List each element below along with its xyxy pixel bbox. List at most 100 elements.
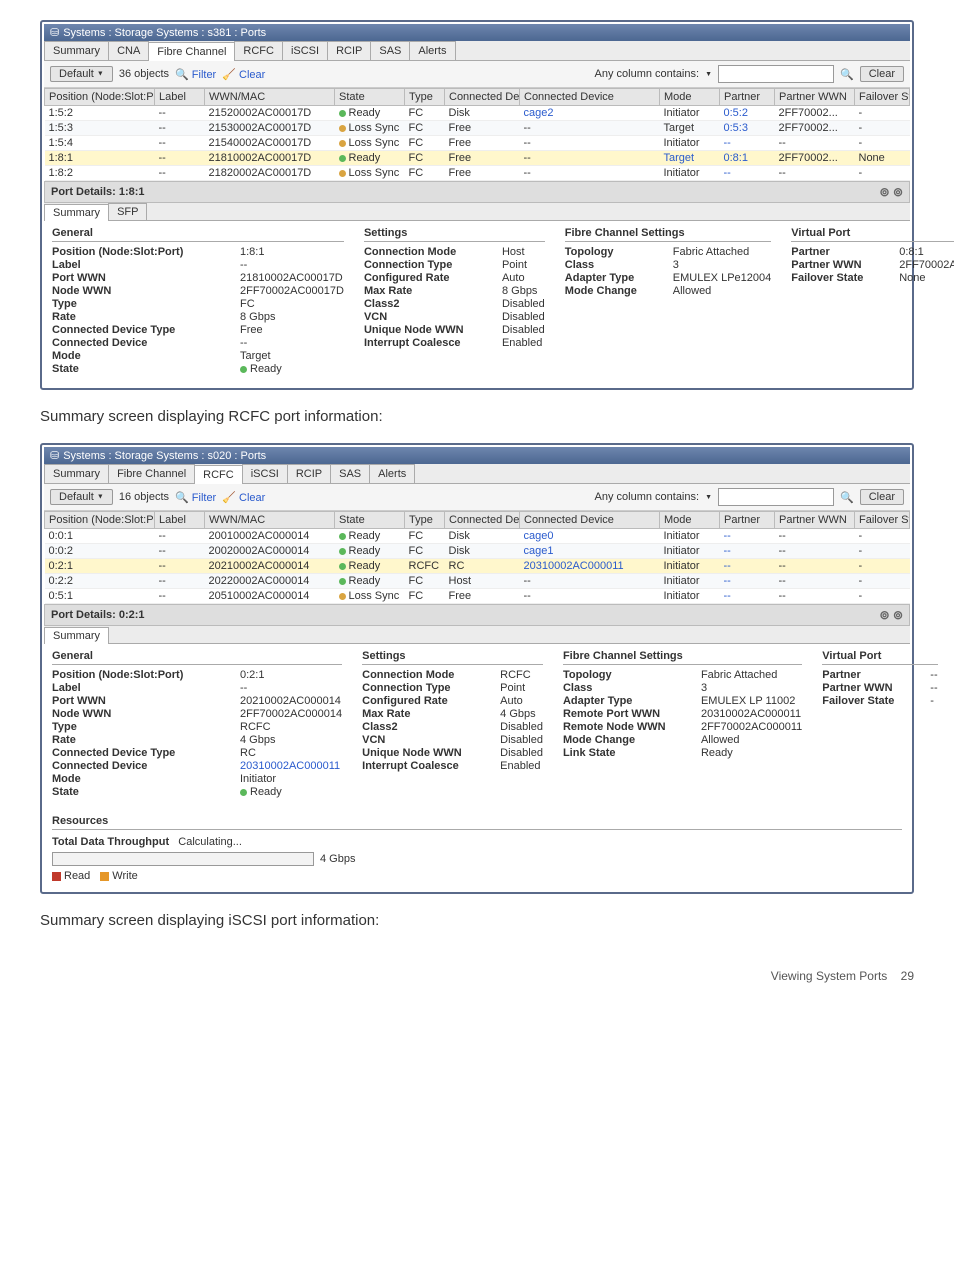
table-cell: Initiator [660, 529, 720, 544]
table-row[interactable]: 1:5:3--21530002AC00017DLoss SyncFCFree--… [45, 121, 910, 136]
table-row[interactable]: 1:8:2--21820002AC00017DLoss SyncFCFree--… [45, 166, 910, 181]
collapse-icon[interactable]: ⊚ [880, 185, 890, 199]
table-cell: -- [155, 166, 205, 181]
tab-sas[interactable]: SAS [330, 464, 370, 483]
tab-iscsi[interactable]: iSCSI [242, 464, 288, 483]
column-header[interactable]: Partner [720, 512, 775, 529]
throughput-bar [52, 852, 314, 866]
kv-key: State [52, 363, 232, 375]
column-header[interactable]: Position (Node:Slot:Port) [45, 89, 155, 106]
table-cell: Disk [445, 106, 520, 121]
column-header[interactable]: Failover State [855, 512, 910, 529]
kv-value: Point [500, 682, 525, 694]
tab-summary[interactable]: Summary [44, 464, 109, 483]
table-cell: Loss Sync [335, 589, 405, 604]
column-header[interactable]: Partner WWN [775, 89, 855, 106]
table-row[interactable]: 0:0:2--20020002AC000014ReadyFCDiskcage1I… [45, 544, 910, 559]
table-cell: -- [520, 589, 660, 604]
footer-section: Viewing System Ports [771, 969, 888, 983]
table-cell: Free [445, 589, 520, 604]
clear-link[interactable]: 🧹 Clear [222, 491, 265, 504]
throughput-label: Total Data Throughput [52, 836, 169, 848]
kv-key: Configured Rate [362, 695, 492, 707]
clear-link[interactable]: 🧹 Clear [222, 68, 265, 81]
kv-value: 8 Gbps [240, 311, 275, 323]
panel-title: General [52, 650, 342, 665]
search-icon[interactable]: 🔍 [840, 491, 854, 504]
table-row[interactable]: 1:5:2--21520002AC00017DReadyFCDiskcage2I… [45, 106, 910, 121]
table-cell: cage1 [520, 544, 660, 559]
column-header[interactable]: Label [155, 512, 205, 529]
table-cell: Free [445, 151, 520, 166]
expand-icon[interactable]: ⊚ [893, 608, 903, 622]
tab-summary[interactable]: Summary [44, 204, 109, 221]
table-row[interactable]: 0:2:1--20210002AC000014ReadyRCFCRC203100… [45, 559, 910, 574]
tab-rcip[interactable]: RCIP [327, 41, 371, 60]
clear-button[interactable]: Clear [860, 66, 904, 82]
table-cell: 0:0:2 [45, 544, 155, 559]
table-row[interactable]: 1:8:1--21810002AC00017DReadyFCFree--Targ… [45, 151, 910, 166]
table-cell: Initiator [660, 106, 720, 121]
search-icon[interactable]: 🔍 [840, 68, 854, 81]
dropdown-icon[interactable]: ▼ [705, 71, 712, 78]
column-header[interactable]: Failover State [855, 89, 910, 106]
column-header[interactable]: Type [405, 512, 445, 529]
tab-sfp[interactable]: SFP [108, 203, 147, 220]
tree-icon: ⛁ [50, 449, 59, 462]
tab-rcfc[interactable]: RCFC [194, 465, 243, 484]
column-header[interactable]: Connected Device Type [445, 89, 520, 106]
search-input[interactable] [718, 65, 834, 83]
column-header[interactable]: Connected Device [520, 89, 660, 106]
column-header[interactable]: Position (Node:Slot:Port) [45, 512, 155, 529]
default-button[interactable]: Default ▼ [50, 66, 113, 82]
search-input[interactable] [718, 488, 834, 506]
column-header[interactable]: State [335, 512, 405, 529]
table-cell: 2FF70002... [775, 151, 855, 166]
filter-link[interactable]: 🔍 Filter [175, 68, 216, 81]
tab-cna[interactable]: CNA [108, 41, 149, 60]
kv-key: State [52, 786, 232, 798]
column-header[interactable]: Connected Device Type [445, 512, 520, 529]
kv-key: VCN [362, 734, 492, 746]
column-header[interactable]: Connected Device [520, 512, 660, 529]
table-cell: Disk [445, 529, 520, 544]
detail-panel: Virtual PortPartner--Partner WWN--Failov… [822, 650, 937, 708]
table-row[interactable]: 0:0:1--20010002AC000014ReadyFCDiskcage0I… [45, 529, 910, 544]
column-header[interactable]: Partner [720, 89, 775, 106]
column-header[interactable]: State [335, 89, 405, 106]
expand-icon[interactable]: ⊚ [893, 185, 903, 199]
column-header[interactable]: WWN/MAC [205, 89, 335, 106]
tab-iscsi[interactable]: iSCSI [282, 41, 328, 60]
column-header[interactable]: Mode [660, 89, 720, 106]
dropdown-icon[interactable]: ▼ [705, 494, 712, 501]
collapse-icon[interactable]: ⊚ [880, 608, 890, 622]
table-row[interactable]: 1:5:4--21540002AC00017DLoss SyncFCFree--… [45, 136, 910, 151]
table-cell: Initiator [660, 589, 720, 604]
tab-rcip[interactable]: RCIP [287, 464, 331, 483]
tab-summary[interactable]: Summary [44, 627, 109, 644]
tab-alerts[interactable]: Alerts [369, 464, 415, 483]
column-header[interactable]: Mode [660, 512, 720, 529]
screenshot-fc-ports: ⛁ Systems : Storage Systems : s381 : Por… [40, 20, 914, 390]
table-cell: FC [405, 151, 445, 166]
tab-fibre-channel[interactable]: Fibre Channel [148, 42, 235, 61]
table-row[interactable]: 0:5:1--20510002AC000014Loss SyncFCFree--… [45, 589, 910, 604]
column-header[interactable]: Partner WWN [775, 512, 855, 529]
tab-alerts[interactable]: Alerts [409, 41, 455, 60]
default-button[interactable]: Default ▼ [50, 489, 113, 505]
tab-summary[interactable]: Summary [44, 41, 109, 60]
legend-write-color [100, 872, 109, 881]
column-header[interactable]: WWN/MAC [205, 512, 335, 529]
table-row[interactable]: 0:2:2--20220002AC000014ReadyFCHost--Init… [45, 574, 910, 589]
filter-link[interactable]: 🔍 Filter [175, 491, 216, 504]
tab-rcfc[interactable]: RCFC [234, 41, 283, 60]
clear-button[interactable]: Clear [860, 489, 904, 505]
tab-sas[interactable]: SAS [370, 41, 410, 60]
kv-key: Remote Node WWN [563, 721, 693, 733]
column-header[interactable]: Label [155, 89, 205, 106]
table-cell: -- [720, 544, 775, 559]
column-header[interactable]: Type [405, 89, 445, 106]
kv-value: 3 [701, 682, 707, 694]
tab-fibre-channel[interactable]: Fibre Channel [108, 464, 195, 483]
kv-value: Auto [502, 272, 525, 284]
